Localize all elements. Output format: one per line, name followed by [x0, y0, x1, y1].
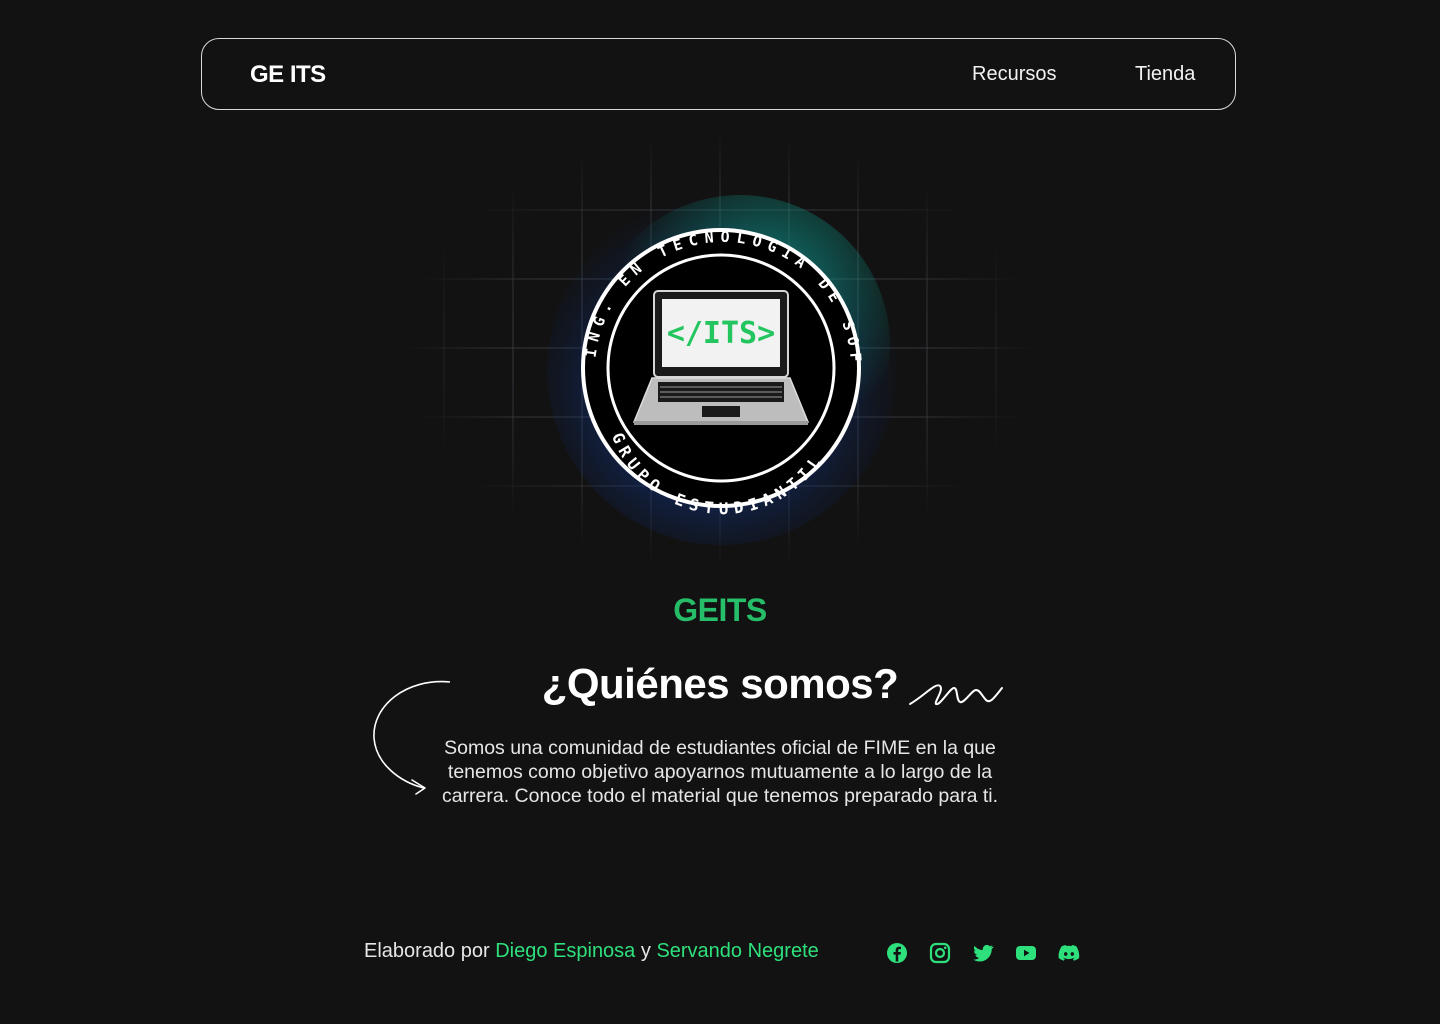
footer-prefix: Elaborado por: [364, 940, 490, 962]
nav-link-tienda[interactable]: Tienda: [1135, 63, 1195, 86]
about-description: Somos una comunidad de estudiantes ofici…: [441, 737, 999, 807]
facebook-icon[interactable]: [885, 941, 909, 965]
author-link-servando[interactable]: Servando Negrete: [656, 940, 818, 962]
youtube-icon[interactable]: [1014, 941, 1038, 965]
hero-emblem: ING. EN TECNOLOGIA DE SOFTWARE GRUPO EST…: [400, 130, 1040, 570]
footer-credits: Elaborado por Diego Espinosa y Servando …: [364, 940, 819, 963]
its-emblem-logo: ING. EN TECNOLOGIA DE SOFTWARE GRUPO EST…: [400, 130, 861, 518]
squiggle-decoration: [909, 684, 1003, 706]
discord-icon[interactable]: [1057, 941, 1081, 965]
brand-logo-text[interactable]: GE ITS: [250, 61, 326, 89]
emblem-graphic: ING. EN TECNOLOGIA DE SOFTWARE GRUPO EST…: [400, 130, 1040, 570]
author-link-diego[interactable]: Diego Espinosa: [495, 940, 635, 962]
page: GE ITS Recursos Tienda ING. EN TECNOLOGI…: [0, 0, 1440, 1024]
twitter-icon[interactable]: [971, 941, 995, 965]
geits-title: GEITS: [0, 592, 1440, 629]
about-heading: ¿Quiénes somos?: [541, 660, 899, 707]
nav-link-recursos[interactable]: Recursos: [972, 63, 1056, 86]
navbar: GE ITS Recursos Tienda: [201, 38, 1236, 110]
footer-joiner: y: [640, 940, 651, 962]
laptop-icon: </ITS>: [632, 290, 810, 425]
social-links: [885, 941, 1081, 965]
laptop-screen-text: </ITS>: [667, 316, 775, 351]
instagram-icon[interactable]: [928, 941, 952, 965]
